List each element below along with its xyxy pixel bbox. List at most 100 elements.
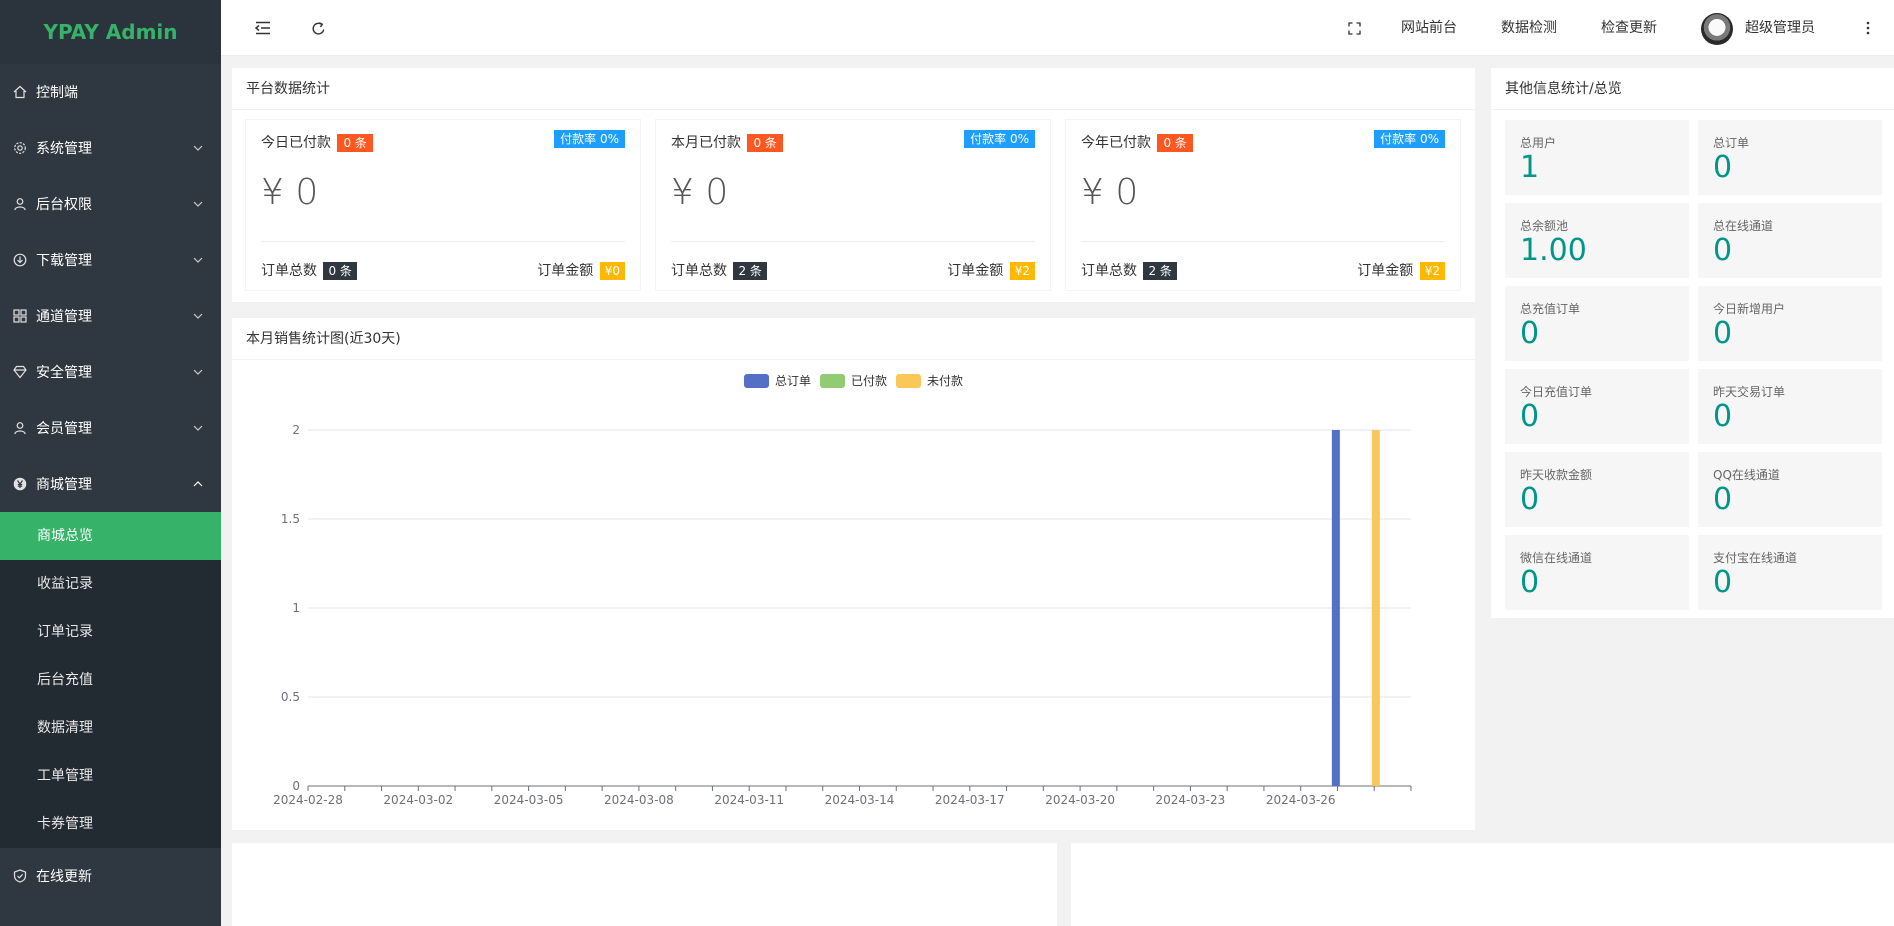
submenu-order-records[interactable]: 订单记录 xyxy=(0,608,221,656)
legend-total-orders[interactable]: 总订单 xyxy=(744,372,811,389)
chevron-down-icon xyxy=(193,143,203,153)
more-vertical-icon[interactable] xyxy=(1858,18,1878,38)
menu-collapse-icon[interactable] xyxy=(253,18,273,38)
submenu-data-cleanup[interactable]: 数据清理 xyxy=(0,704,221,752)
info-stat-label: 总充值订单 xyxy=(1520,302,1581,316)
info-stat-value: 0 xyxy=(1713,565,1733,600)
info-stat-box: 微信在线通道 0 xyxy=(1505,535,1689,610)
avatar[interactable] xyxy=(1701,13,1733,45)
paid-count-badge: 0 条 xyxy=(747,134,783,152)
info-stat-box: 今日充值订单 0 xyxy=(1505,369,1689,444)
bottom-right-card xyxy=(1071,843,1894,926)
username[interactable]: 超级管理员 xyxy=(1745,0,1815,56)
x-tick-label: 2024-03-17 xyxy=(935,793,1005,807)
x-tick-label: 2024-02-28 xyxy=(273,793,343,807)
x-tick-label: 2024-03-08 xyxy=(604,793,674,807)
download-icon xyxy=(12,252,28,268)
info-stat-box: 昨天收款金额 0 xyxy=(1505,452,1689,527)
user-icon xyxy=(12,196,28,212)
amount-label: 订单金额 xyxy=(947,263,1004,279)
info-stat-label: 昨天收款金额 xyxy=(1520,468,1593,482)
check-update-link[interactable]: 检查更新 xyxy=(1601,0,1657,56)
refresh-icon[interactable] xyxy=(308,18,328,38)
divider xyxy=(671,241,1035,242)
bar[interactable] xyxy=(1371,430,1380,786)
user-icon xyxy=(12,420,28,436)
info-stat-label: 总余额池 xyxy=(1520,219,1569,233)
submenu-admin-recharge[interactable]: 后台充值 xyxy=(0,656,221,704)
info-stat-box: QQ在线通道 0 xyxy=(1698,452,1882,527)
legend-label: 总订单 xyxy=(775,374,812,388)
stat-title: 今日已付款 xyxy=(261,135,331,151)
info-stat-label: 微信在线通道 xyxy=(1520,551,1593,565)
y-tick-label: 0.5 xyxy=(281,690,300,704)
submenu-ticket-management[interactable]: 工单管理 xyxy=(0,752,221,800)
sidebar-item-members[interactable]: 会员管理 xyxy=(0,400,221,456)
order-amount-badge: ¥2 xyxy=(1419,262,1445,280)
sidebar-item-system[interactable]: 系统管理 xyxy=(0,120,221,176)
info-stat-value: 0 xyxy=(1520,565,1540,600)
info-stat-box: 总充值订单 0 xyxy=(1505,286,1689,361)
paid-count-badge: 0 条 xyxy=(337,134,373,152)
x-tick-label: 2024-03-11 xyxy=(714,793,784,807)
x-tick-label: 2024-03-26 xyxy=(1266,793,1336,807)
diamond-icon xyxy=(12,364,28,380)
paid-amount: ¥ 0 xyxy=(1081,172,1139,213)
sales-chart: 0 0.5 1 1.5 2 2024-02-28 2024-03-02 2024-03-05 2… xyxy=(273,423,1412,807)
bottom-left-card xyxy=(232,843,1057,926)
gear-icon xyxy=(12,140,28,156)
sidebar-item-label: 安全管理 xyxy=(36,365,92,381)
orders-label: 订单总数 xyxy=(261,263,317,279)
y-tick-label: 1.5 xyxy=(281,512,300,526)
y-tick-label: 0 xyxy=(292,779,300,793)
stat-title: 本月已付款 xyxy=(671,135,741,151)
sidebar-item-online-update[interactable]: 在线更新 xyxy=(0,848,221,904)
app-logo[interactable]: YPAY Admin xyxy=(0,0,221,64)
fullscreen-icon[interactable] xyxy=(1344,18,1364,38)
stat-title: 今年已付款 xyxy=(1081,135,1151,151)
paid-amount: ¥ 0 xyxy=(671,172,729,213)
data-check-link[interactable]: 数据检测 xyxy=(1501,0,1557,56)
legend-paid[interactable]: 已付款 xyxy=(820,372,887,389)
divider xyxy=(1081,241,1445,242)
chevron-down-icon xyxy=(193,311,203,321)
sidebar-item-admin-permission[interactable]: 后台权限 xyxy=(0,176,221,232)
website-front-link[interactable]: 网站前台 xyxy=(1401,0,1457,56)
month-paid-card: 本月已付款 0 条 付款率 0% ¥ 0 订单总数 2 条 订单金额 ¥2 xyxy=(656,120,1050,290)
legend-swatch xyxy=(820,373,845,388)
submenu-coupon-management[interactable]: 卡券管理 xyxy=(0,800,221,848)
sidebar-item-label: 在线更新 xyxy=(36,869,92,885)
submenu-mall-overview[interactable]: 商城总览 xyxy=(0,512,221,560)
sidebar-item-channel[interactable]: 通道管理 xyxy=(0,288,221,344)
info-stat-value: 1 xyxy=(1520,150,1540,185)
orders-total-badge: 2 条 xyxy=(1143,262,1177,280)
info-stat-label: QQ在线通道 xyxy=(1713,468,1780,482)
info-stat-label: 总在线通道 xyxy=(1713,219,1774,233)
sidebar-item-download[interactable]: 下载管理 xyxy=(0,232,221,288)
divider xyxy=(261,241,625,242)
bar[interactable] xyxy=(1331,430,1340,786)
info-stat-value: 0 xyxy=(1520,399,1540,434)
info-stat-value: 0 xyxy=(1713,316,1733,351)
info-stat-label: 昨天交易订单 xyxy=(1713,385,1786,399)
info-stat-box: 总余额池 1.00 xyxy=(1505,203,1689,278)
topbar: 网站前台 数据检测 检查更新 超级管理员 xyxy=(221,0,1894,56)
info-stat-box: 总用户 1 xyxy=(1505,120,1689,195)
info-stat-value: 0 xyxy=(1713,482,1733,517)
paid-count-badge: 0 条 xyxy=(1157,134,1193,152)
orders-label: 订单总数 xyxy=(671,263,727,279)
sidebar-item-console[interactable]: 控制端 xyxy=(0,64,221,120)
sidebar-item-security[interactable]: 安全管理 xyxy=(0,344,221,400)
sidebar-item-label: 后台权限 xyxy=(36,197,92,213)
legend-unpaid[interactable]: 未付款 xyxy=(896,372,963,389)
submenu-income-records[interactable]: 收益记录 xyxy=(0,560,221,608)
paid-amount: ¥ 0 xyxy=(261,172,319,213)
y-tick-label: 1 xyxy=(292,601,300,615)
year-paid-card: 今年已付款 0 条 付款率 0% ¥ 0 订单总数 2 条 订单金额 ¥2 xyxy=(1066,120,1460,290)
order-amount-badge: ¥0 xyxy=(599,262,625,280)
info-stat-label: 总订单 xyxy=(1713,136,1750,150)
chevron-up-icon xyxy=(193,479,203,489)
info-stat-box: 总订单 0 xyxy=(1698,120,1882,195)
sidebar-item-mall[interactable]: 商城管理 xyxy=(0,456,221,512)
info-stat-value: 0 xyxy=(1520,482,1540,517)
